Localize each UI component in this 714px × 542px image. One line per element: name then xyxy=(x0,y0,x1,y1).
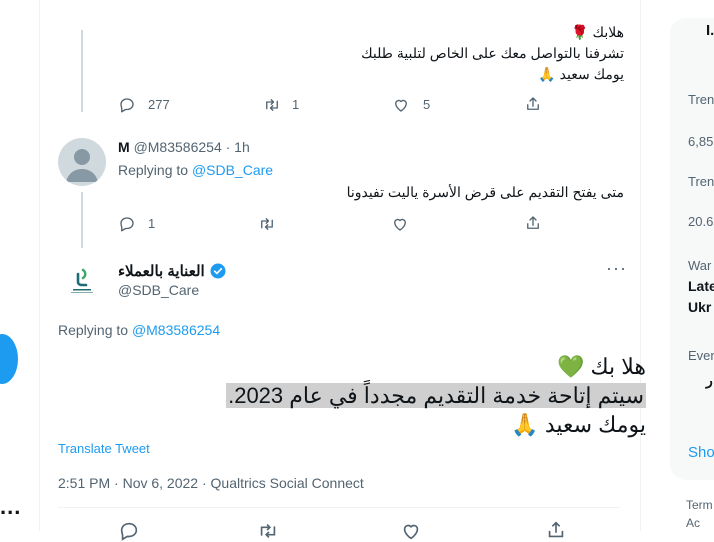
like-count: 5 xyxy=(423,97,431,112)
brand-avatar[interactable] xyxy=(58,258,106,306)
retweet-count: 1 xyxy=(292,97,300,112)
footer-accessibility-link[interactable]: Ac xyxy=(686,516,700,530)
meta-divider xyxy=(58,507,620,508)
tweet-time[interactable]: · 1h xyxy=(226,139,250,155)
reply-count: 277 xyxy=(148,97,170,112)
trend-count: 20.6 xyxy=(688,214,714,229)
compose-button-edge[interactable] xyxy=(0,334,18,384)
replying-handle-link[interactable]: @M83586254 xyxy=(132,322,220,338)
trend-label: Tren xyxy=(688,174,714,189)
trends-panel xyxy=(670,18,714,480)
author-display-name[interactable]: العناية بالعملاء xyxy=(118,262,205,280)
trend-label: War xyxy=(688,258,712,273)
replying-to: Replying to @M83586254 xyxy=(58,322,220,338)
highlighted-line-wrap: سيتم إتاحة خدمة التقديم مجدداً في عام 20… xyxy=(86,381,646,410)
like-icon[interactable] xyxy=(392,96,410,114)
share-icon[interactable] xyxy=(545,519,567,541)
tweet-meta: 2:51 PM · Nov 6, 2022 · Qualtrics Social… xyxy=(58,475,364,491)
main-line-1: هلا بك 💚 xyxy=(556,354,646,379)
timeline-border-right xyxy=(640,0,641,531)
timeline-border-left xyxy=(39,0,40,531)
account-more-dots[interactable]: ... xyxy=(0,494,21,520)
tweet1-line-3: يومك سعيد 🙏 xyxy=(538,66,624,82)
user-handle[interactable]: @M83586254 xyxy=(134,139,222,155)
replying-to: Replying to @SDB_Care xyxy=(118,162,273,178)
thread-line xyxy=(81,192,83,248)
author-handle[interactable]: @SDB_Care xyxy=(118,282,199,298)
tweet2-header: M @M83586254 · 1h xyxy=(118,139,250,155)
share-icon[interactable] xyxy=(524,214,542,232)
trend-headline[interactable]: ر xyxy=(706,372,713,389)
footer-terms-link[interactable]: Term xyxy=(686,498,713,512)
trend-count: 6,85 xyxy=(688,134,714,149)
tweet1-line-1: هلابك 🌹 xyxy=(571,24,624,40)
reply-icon[interactable] xyxy=(118,96,136,114)
trend-label: Tren xyxy=(688,92,714,107)
translate-tweet-link[interactable]: Translate Tweet xyxy=(58,441,150,456)
tweet1-text: هلابك 🌹 تشرفنا بالتواصل معك على الخاص لت… xyxy=(164,22,624,85)
replying-prefix: Replying to xyxy=(58,322,129,338)
more-options-icon[interactable]: ··· xyxy=(606,258,627,279)
retweet-icon[interactable] xyxy=(262,96,282,114)
replying-prefix: Replying to xyxy=(118,162,189,178)
share-icon[interactable] xyxy=(524,95,542,113)
reply-icon[interactable] xyxy=(118,520,140,542)
trend-label: Even xyxy=(688,348,714,363)
like-icon[interactable] xyxy=(400,520,422,542)
trend-headline-2[interactable]: Ukr xyxy=(688,299,711,315)
reply-icon[interactable] xyxy=(118,215,136,233)
avatar[interactable] xyxy=(58,138,106,186)
reply-count: 1 xyxy=(148,216,156,231)
author-name-row: العناية بالعملاء xyxy=(118,262,227,280)
bank-logo-icon xyxy=(71,268,93,293)
trends-title: I. xyxy=(706,22,714,39)
retweet-icon[interactable] xyxy=(257,215,277,233)
verified-badge-icon xyxy=(209,262,227,280)
tweet1-line-2: تشرفنا بالتواصل معك على الخاص لتلبية طلب… xyxy=(361,45,624,61)
display-name[interactable]: M xyxy=(118,139,130,155)
tweet2-text: متى يفتح التقديم على قرض الأسرة ياليت تف… xyxy=(346,184,624,200)
replying-handle-link[interactable]: @SDB_Care xyxy=(192,162,273,178)
show-more-link[interactable]: Sho xyxy=(688,444,714,461)
default-avatar-icon xyxy=(66,149,98,182)
like-icon[interactable] xyxy=(391,215,409,233)
main-line-3: يومك سعيد 🙏 xyxy=(511,412,646,437)
main-line-2-highlighted: سيتم إتاحة خدمة التقديم مجدداً في عام 20… xyxy=(226,383,646,408)
trend-headline[interactable]: Late xyxy=(688,278,714,294)
thread-line xyxy=(81,30,83,112)
main-tweet-text: هلا بك 💚 سيتم إتاحة خدمة التقديم مجدداً … xyxy=(86,352,646,439)
retweet-icon[interactable] xyxy=(257,520,279,542)
